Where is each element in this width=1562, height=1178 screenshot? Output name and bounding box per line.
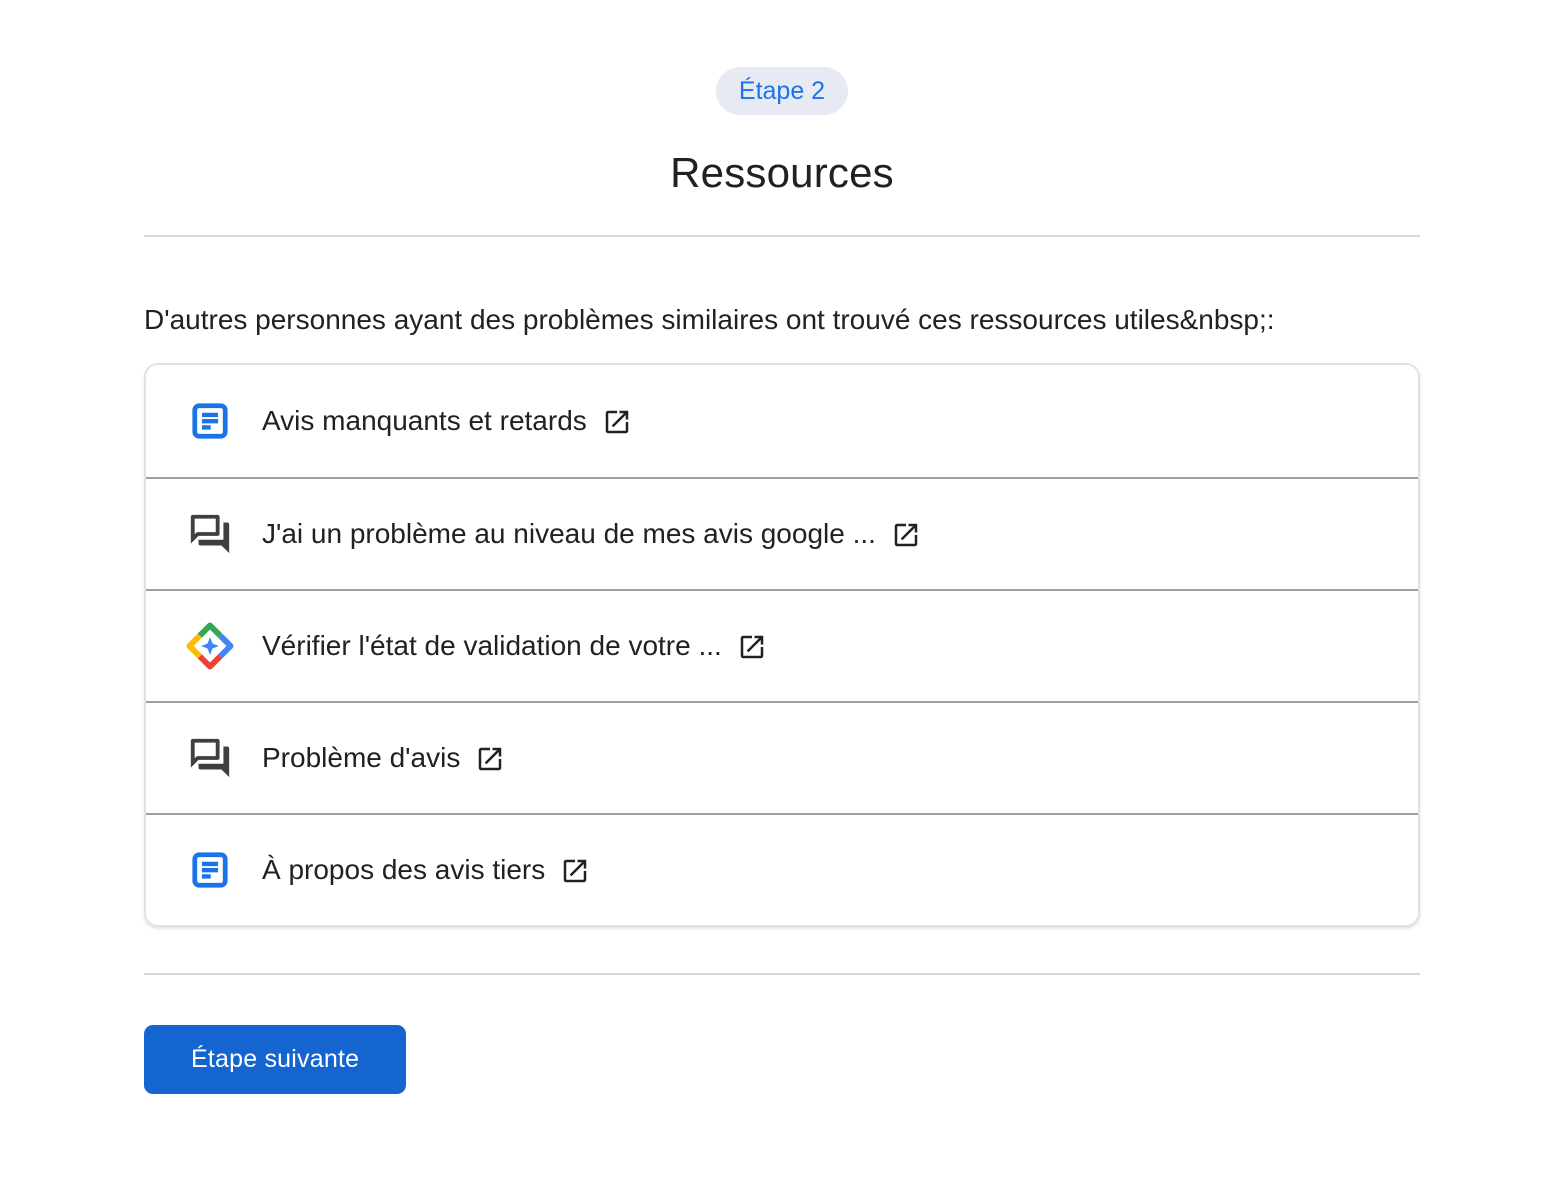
help-flow-page: Étape 2 Ressources D'autres personnes ay… xyxy=(0,0,1562,1094)
step-badge: Étape 2 xyxy=(716,67,848,115)
top-divider xyxy=(144,235,1420,237)
resource-link-probleme-avis-google[interactable]: J'ai un problème au niveau de mes avis g… xyxy=(146,477,1418,589)
business-profile-icon xyxy=(182,620,238,672)
resource-label: À propos des avis tiers xyxy=(262,853,545,887)
article-icon xyxy=(182,399,238,443)
open-in-new-icon xyxy=(737,632,767,662)
open-in-new-icon xyxy=(560,856,590,886)
resources-card: Avis manquants et retards J'ai un problè… xyxy=(144,363,1420,927)
resource-label: J'ai un problème au niveau de mes avis g… xyxy=(262,517,876,551)
resource-label: Problème d'avis xyxy=(262,741,460,775)
resource-link-probleme-davis[interactable]: Problème d'avis xyxy=(146,701,1418,813)
resource-link-avis-manquants[interactable]: Avis manquants et retards xyxy=(146,365,1418,477)
next-step-button[interactable]: Étape suivante xyxy=(144,1025,406,1094)
open-in-new-icon xyxy=(475,744,505,774)
resource-link-avis-tiers[interactable]: À propos des avis tiers xyxy=(146,813,1418,925)
intro-text: D'autres personnes ayant des problèmes s… xyxy=(144,303,1420,337)
bottom-divider xyxy=(144,973,1420,975)
article-icon xyxy=(182,848,238,892)
forum-icon xyxy=(182,735,238,781)
resource-link-etat-validation[interactable]: Vérifier l'état de validation de votre .… xyxy=(146,589,1418,701)
resource-label: Vérifier l'état de validation de votre .… xyxy=(262,629,722,663)
step-badge-row: Étape 2 xyxy=(144,67,1420,115)
page-title: Ressources xyxy=(144,149,1420,197)
resource-label: Avis manquants et retards xyxy=(262,404,587,438)
open-in-new-icon xyxy=(891,520,921,550)
open-in-new-icon xyxy=(602,407,632,437)
forum-icon xyxy=(182,511,238,557)
